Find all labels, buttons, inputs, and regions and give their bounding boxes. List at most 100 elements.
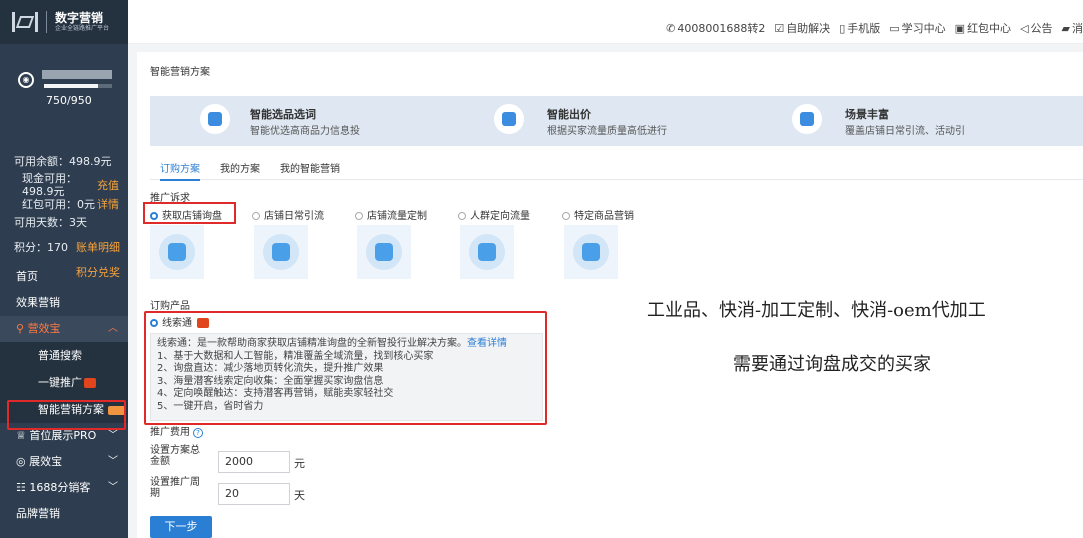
bill-details-link[interactable]: 账单明细: [76, 239, 120, 255]
topbar-notice-label: 公告: [1030, 22, 1053, 35]
brand-title: 数字营销: [55, 11, 104, 25]
mobile-icon: ▯: [839, 22, 846, 35]
nav-one-click-label: 一键推广: [38, 376, 82, 389]
top-bar: ✆ 4008001688转2 ☑ 自助解决 ▯ 手机版 ▭ 学习中心 ▣ 红包中心 ◁ 公告…: [128, 0, 1083, 44]
breadcrumb: 智能营销方案: [150, 67, 210, 78]
nav-home[interactable]: 首页: [0, 264, 128, 290]
topbar-redpacket[interactable]: ▣ 红包中心: [955, 20, 1011, 36]
topbar-mobile[interactable]: ▯ 手机版: [839, 20, 880, 36]
speaker-icon: ◁: [1020, 22, 1029, 35]
period-label: 设置推广周 期: [150, 477, 210, 499]
crowd-tile-icon[interactable]: [460, 225, 514, 279]
nav-effect-marketing[interactable]: 效果营销: [0, 290, 128, 316]
people-icon: ☷: [16, 481, 30, 494]
chevron-down-icon: ﹀: [108, 456, 118, 467]
feature-title: 场景丰富: [845, 108, 889, 121]
plan-tabs: 订购方案 我的方案 我的智能营销: [150, 156, 1083, 181]
total-amount-unit: 元: [294, 457, 305, 470]
radio-daily-traffic[interactable]: 店铺日常引流: [252, 207, 324, 222]
topbar-phone-label: 4008001688转2: [677, 22, 766, 35]
brand-logo[interactable]: 数字营销 企业全链路推广平台: [0, 0, 128, 44]
sidebar: 数字营销 企业全链路推广平台 ◉ 750/950 可用余额：498.9元 现金可…: [0, 0, 128, 538]
radio-icon: [355, 212, 363, 220]
nav-distribution-label: 1688分销客: [29, 481, 91, 494]
user-name-masked: [42, 70, 112, 79]
period-label-line1: 设置推广周: [150, 477, 200, 488]
grid-search-tile-icon[interactable]: [357, 225, 411, 279]
tab-order-plan[interactable]: 订购方案: [160, 160, 200, 181]
recharge-link[interactable]: 充值: [97, 177, 119, 193]
crown-icon: ♕: [16, 429, 30, 442]
details-link[interactable]: 详情: [97, 196, 119, 212]
search-icon: ⚲: [16, 322, 28, 335]
total-amount-input[interactable]: 2000: [218, 451, 290, 473]
radio-label: 店铺流量定制: [367, 211, 427, 222]
topbar-self-help[interactable]: ☑ 自助解决: [774, 20, 830, 36]
topbar-self-help-label: 自助解决: [786, 22, 831, 35]
tab-my-smart-marketing[interactable]: 我的智能营销: [280, 160, 340, 175]
period-label-line2: 期: [150, 488, 160, 499]
topbar-redpacket-label: 红包中心: [967, 22, 1012, 35]
topbar-message[interactable]: ▰ 消: [1062, 20, 1083, 36]
radio-label: 人群定向流量: [470, 211, 530, 222]
tab-my-plan[interactable]: 我的方案: [220, 160, 260, 175]
nav-yingxiaobao[interactable]: ⚲ 营效宝 ︿: [0, 316, 128, 342]
topbar-learning[interactable]: ▭ 学习中心: [889, 20, 945, 36]
next-step-button[interactable]: 下一步: [150, 516, 212, 538]
nav-zhanxiaobao[interactable]: ◎ 展效宝 ﹀: [0, 449, 128, 475]
highlight-box-smart-plan: [7, 400, 126, 430]
feature-banner: 智能选品选词 智能优选高商品力信息投 智能出价 根据买家流量质量高低进行 场景丰…: [150, 96, 1083, 146]
chevron-up-icon: ︿: [108, 323, 118, 334]
help-icon[interactable]: ?: [193, 428, 203, 438]
nav-brand-marketing[interactable]: 品牌营销: [0, 501, 128, 527]
brand-logo-icon: [12, 12, 38, 32]
radio-icon: [252, 212, 260, 220]
total-amount-label-line1: 设置方案总: [150, 445, 200, 456]
monitor-icon: ▭: [889, 22, 900, 35]
radio-icon: [458, 212, 466, 220]
checkbox-icon: ☑: [774, 22, 785, 35]
topbar-learning-label: 学习中心: [901, 22, 946, 35]
sidebar-nav: 首页 效果营销 ⚲ 营效宝 ︿ 普通搜索 一键推广 智能营销方案 ♕ 首位展示P…: [0, 264, 128, 527]
nav-distribution[interactable]: ☷ 1688分销客 ﹀: [0, 475, 128, 501]
feature-title: 智能出价: [547, 108, 591, 121]
chevron-down-icon: ﹀: [108, 482, 118, 493]
cart-tile-icon[interactable]: [564, 225, 618, 279]
calendar-icon: [792, 104, 822, 134]
available-days: 可用天数：3天: [14, 216, 87, 229]
nav-one-click-promo[interactable]: 一键推广: [0, 369, 128, 396]
phone-icon: ✆: [666, 22, 676, 35]
topbar-message-label: 消: [1072, 22, 1083, 35]
highlight-box-product: [144, 311, 547, 425]
target-icon: ◎: [16, 455, 30, 468]
fee-label: 推广费用?: [150, 423, 203, 438]
brand-subtitle: 企业全链路推广平台: [55, 25, 110, 32]
topbar-phone[interactable]: ✆ 4008001688转2: [666, 20, 765, 36]
radio-specific-product[interactable]: 特定商品营销: [562, 207, 634, 222]
radio-traffic-custom[interactable]: 店铺流量定制: [355, 207, 427, 222]
points: 积分：170: [14, 241, 68, 254]
hot-badge-icon: [84, 378, 96, 388]
period-input[interactable]: 20: [218, 483, 290, 505]
nav-normal-search[interactable]: 普通搜索: [0, 342, 128, 369]
highlight-box-promo-type: [143, 202, 236, 224]
shopping-bag-icon: [200, 104, 230, 134]
feature-desc: 覆盖店铺日常引流、活动引: [845, 126, 965, 137]
store-tile-icon[interactable]: [254, 225, 308, 279]
annotation-line-1: 工业品、快消-加工定制、快消-oem代加工: [647, 300, 986, 321]
fee-label-text: 推广费用: [150, 427, 190, 438]
chat-icon: ▰: [1061, 22, 1070, 35]
total-amount-label-line2: 金额: [150, 456, 170, 467]
radio-icon: [562, 212, 570, 220]
feature-desc: 智能优选高商品力信息投: [250, 126, 360, 137]
topbar-mobile-label: 手机版: [847, 22, 881, 35]
yen-coin-icon: [494, 104, 524, 134]
period-unit: 天: [294, 489, 305, 502]
feature-desc: 根据买家流量质量高低进行: [547, 126, 667, 137]
user-avatar-icon: ◉: [18, 72, 34, 88]
user-level-bar: [44, 84, 112, 88]
topbar-notice[interactable]: ◁ 公告: [1020, 20, 1052, 36]
radio-audience-traffic[interactable]: 人群定向流量: [458, 207, 530, 222]
logo-divider: [46, 11, 47, 33]
inquiry-tile-icon[interactable]: [150, 225, 204, 279]
